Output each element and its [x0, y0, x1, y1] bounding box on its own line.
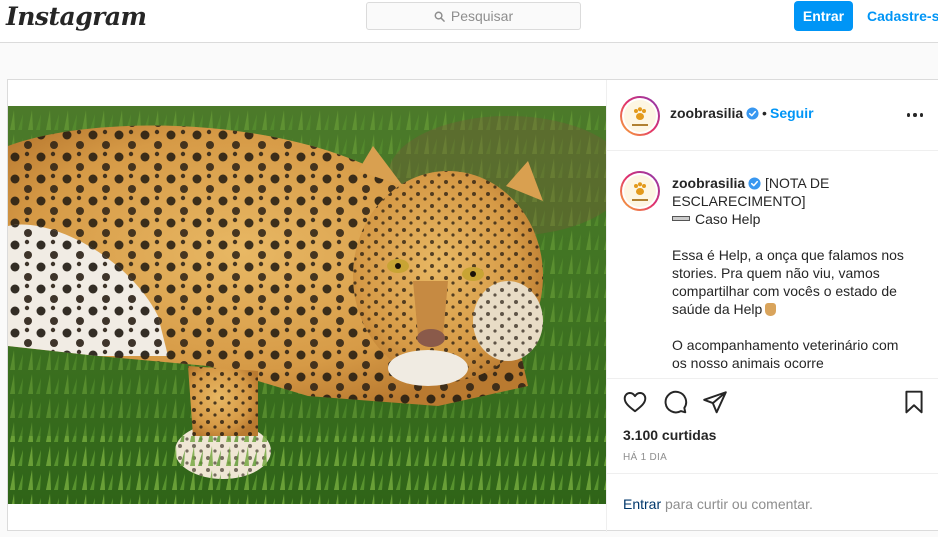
action-bar: [607, 389, 938, 419]
separator-dot: •: [762, 105, 767, 121]
search-input[interactable]: Pesquisar: [366, 2, 581, 30]
footer-login-link[interactable]: Entrar: [623, 496, 661, 512]
jaguar-photo: [8, 106, 606, 504]
follow-button[interactable]: Seguir: [770, 105, 814, 121]
caption-username[interactable]: zoobrasilia: [672, 175, 761, 191]
post-timestamp[interactable]: HÁ 1 DIA: [623, 452, 667, 463]
comment-icon[interactable]: [662, 389, 688, 415]
caption-area[interactable]: zoobrasilia [NOTA DE ESCLARECIMENTO] Cas…: [607, 151, 938, 379]
post-image[interactable]: [8, 106, 606, 504]
caption-username-text[interactable]: zoobrasilia: [672, 175, 745, 191]
caption-subtitle: Caso Help: [695, 211, 761, 227]
bar-emoji-icon: [672, 216, 690, 221]
bookmark-icon[interactable]: [901, 389, 927, 415]
verified-badge-icon: [748, 177, 761, 190]
caption-avatar[interactable]: [620, 171, 660, 211]
post-header: zoobrasilia • Seguir: [607, 80, 938, 151]
caption-paragraph-1: Essa é Help, a onça que falamos nos stor…: [672, 247, 904, 317]
avatar[interactable]: [620, 96, 660, 136]
signup-link[interactable]: Cadastre-se: [867, 8, 938, 24]
instagram-logo[interactable]: Instagram: [6, 2, 147, 31]
paw-logo-icon: [634, 107, 646, 120]
likes-count[interactable]: 3.100 curtidas: [623, 427, 716, 443]
post-card: zoobrasilia • Seguir zoobrasilia [NOTA D…: [7, 79, 938, 532]
username-text[interactable]: zoobrasilia: [670, 105, 743, 121]
post-sidebar: zoobrasilia • Seguir zoobrasilia [NOTA D…: [606, 80, 938, 532]
more-options-icon[interactable]: [907, 113, 923, 117]
share-icon[interactable]: [702, 389, 728, 415]
pointing-hand-emoji-icon: [765, 303, 777, 316]
search-icon: [434, 11, 445, 22]
footer-text: Entrar para curtir ou comentar.: [623, 496, 813, 512]
verified-badge-icon: [746, 107, 759, 120]
login-button[interactable]: Entrar: [794, 1, 853, 31]
caption-paragraph-2: O acompanhamento veterinário com os noss…: [672, 337, 899, 371]
footer-message: para curtir ou comentar.: [665, 496, 813, 512]
top-navbar: Instagram Pesquisar Entrar Cadastre-se: [0, 0, 938, 43]
comment-login-prompt: Entrar para curtir ou comentar.: [607, 473, 938, 532]
post-username[interactable]: zoobrasilia: [670, 105, 759, 121]
search-placeholder: Pesquisar: [450, 8, 514, 24]
post-caption: zoobrasilia [NOTA DE ESCLARECIMENTO] Cas…: [672, 174, 917, 378]
paw-logo-icon: [634, 182, 646, 195]
heart-icon[interactable]: [622, 389, 648, 415]
